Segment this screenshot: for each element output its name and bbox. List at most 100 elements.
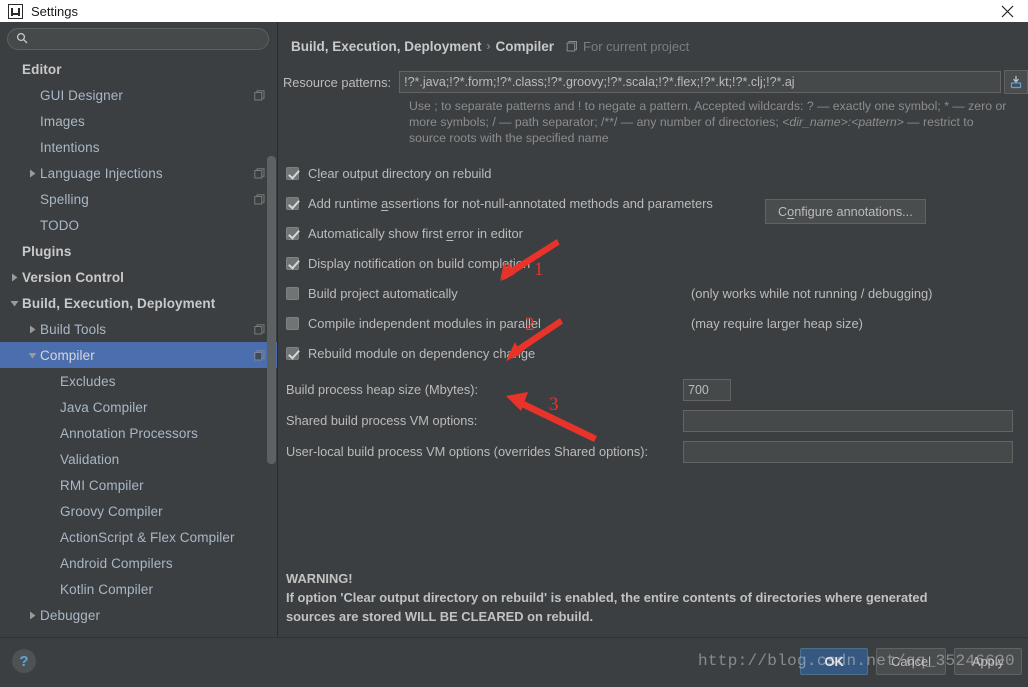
copy-settings-icon[interactable] [254, 349, 265, 361]
field-label: Shared build process VM options: [286, 413, 478, 428]
copy-settings-icon[interactable] [254, 193, 265, 205]
sidebar-search [0, 22, 277, 54]
field-row-user-local-build-process-vm-options-overrides-shared-options: User-local build process VM options (ove… [281, 436, 1028, 467]
breadcrumb-scope-label: For current project [583, 38, 690, 54]
checkbox-row-build-project-automatically[interactable]: Build project automatically (only works w… [286, 278, 1028, 308]
checkbox-label: Automatically show first error in editor [308, 226, 523, 241]
checkbox-note: (only works while not running / debuggin… [691, 285, 933, 301]
configure-annotations-label-b: nfigure annotations... [794, 204, 913, 219]
configure-annotations-mnemonic: o [787, 204, 795, 219]
sidebar-item-label: Excludes [60, 373, 116, 389]
search-box[interactable] [7, 28, 269, 50]
apply-button[interactable]: Apply [954, 648, 1022, 675]
field-label: Build process heap size (Mbytes): [286, 382, 479, 397]
insert-pattern-icon[interactable] [1004, 70, 1028, 94]
chevron-right-icon[interactable] [24, 611, 40, 620]
checkbox-row-rebuild-module-on-dependency-change[interactable]: Rebuild module on dependency change [286, 338, 1028, 368]
checkbox-label: Build project automatically [308, 286, 458, 301]
warning-line-1: If option 'Clear output directory on reb… [286, 590, 928, 605]
sidebar-item-build-execution-deployment[interactable]: Build, Execution, Deployment [0, 290, 277, 316]
configure-annotations-label-a: C [778, 204, 788, 219]
sidebar-item-build-tools[interactable]: Build Tools [0, 316, 277, 342]
sidebar-scrollbar-thumb[interactable] [267, 156, 276, 464]
sidebar-item-language-injections[interactable]: Language Injections [0, 160, 277, 186]
sidebar-item-editor[interactable]: Editor [0, 56, 277, 82]
sidebar-item-actionscript-flex-compiler[interactable]: ActionScript & Flex Compiler [0, 524, 277, 550]
sidebar-item-groovy-compiler[interactable]: Groovy Compiler [0, 498, 277, 524]
search-input[interactable] [34, 32, 260, 46]
chevron-down-icon[interactable] [24, 351, 40, 360]
resource-patterns-input[interactable] [399, 71, 1001, 93]
sidebar-item-compiler[interactable]: Compiler [0, 342, 277, 368]
chevron-right-icon[interactable] [6, 273, 22, 282]
field-input-shared-build-process-vm-options[interactable] [683, 409, 1013, 432]
sidebar-item-version-control[interactable]: Version Control [0, 264, 277, 290]
checkbox-label-a: Add runtime [308, 195, 382, 211]
checkbox-checked-icon[interactable] [286, 256, 299, 270]
field-row-build-process-heap-size-mbytes: Build process heap size (Mbytes): [281, 374, 1028, 405]
breadcrumb-path[interactable]: Build, Execution, Deployment [291, 39, 482, 54]
button-label: Cancel [891, 654, 931, 669]
sidebar-item-excludes[interactable]: Excludes [0, 368, 277, 394]
checkbox-label-b: ear output directory on rebuild [320, 165, 492, 181]
sidebar-item-label: Build Tools [40, 321, 107, 337]
checkbox-label: Rebuild module on dependency change [308, 346, 535, 361]
sidebar-item-label: Version Control [22, 269, 125, 285]
sidebar-item-spelling[interactable]: Spelling [0, 186, 277, 212]
sidebar-item-todo[interactable]: TODO [0, 212, 277, 238]
checkbox-checked-icon[interactable] [286, 226, 299, 240]
sidebar-item-intentions[interactable]: Intentions [0, 134, 277, 160]
button-label: OK [824, 654, 844, 669]
field-input-build-process-heap-size-mbytes[interactable] [683, 378, 731, 401]
copy-settings-icon[interactable] [254, 323, 265, 335]
chevron-right-icon[interactable] [24, 169, 40, 178]
resource-patterns-hint: Use ; to separate patterns and ! to nega… [409, 98, 1008, 146]
sidebar-item-java-compiler[interactable]: Java Compiler [0, 394, 277, 420]
field-row-shared-build-process-vm-options: Shared build process VM options: [281, 405, 1028, 436]
sidebar-item-annotation-processors[interactable]: Annotation Processors [0, 420, 277, 446]
footer-buttons: OK Cancel Apply [800, 648, 1022, 675]
sidebar-item-rmi-compiler[interactable]: RMI Compiler [0, 472, 277, 498]
checkbox-checked-icon[interactable] [286, 196, 299, 210]
sidebar-item-gui-designer[interactable]: GUI Designer [0, 82, 277, 108]
compiler-options-list: Clear output directory on rebuild Add run… [278, 158, 1028, 368]
breadcrumb-current: Compiler [495, 38, 555, 54]
checkbox-label: Clear output directory on rebuild [308, 166, 491, 181]
compiler-fields: Build process heap size (Mbytes): Shared … [278, 374, 1028, 467]
sidebar-item-validation[interactable]: Validation [0, 446, 277, 472]
sidebar-item-debugger[interactable]: Debugger [0, 602, 277, 628]
intellij-idea-icon [8, 3, 23, 19]
sidebar-item-plugins[interactable]: Plugins [0, 238, 277, 264]
sidebar-item-android-compilers[interactable]: Android Compilers [0, 550, 277, 576]
sidebar-item-label: Intentions [40, 139, 100, 155]
checkbox-unchecked-icon[interactable] [286, 286, 299, 300]
resource-patterns-label: Resource patterns: [283, 74, 392, 90]
configure-annotations-button[interactable]: Co nfigure annotations... [765, 199, 926, 224]
checkbox-checked-icon[interactable] [286, 166, 299, 180]
checkbox-label-a: Build project automatically [308, 285, 458, 301]
hint-line-1: Use ; to separate patterns and ! to nega… [409, 99, 1007, 113]
sidebar-item-label: Spelling [40, 191, 89, 207]
copy-settings-icon[interactable] [254, 89, 265, 101]
settings-dialog: Editor GUI Designer Images Intentions Langua… [0, 22, 1028, 687]
help-question-icon[interactable]: ? [12, 649, 36, 673]
field-label: User-local build process VM options (ove… [286, 444, 649, 459]
checkbox-label: Display notification on build completion [308, 256, 530, 271]
cancel-button[interactable]: Cancel [876, 648, 946, 675]
checkbox-unchecked-icon[interactable] [286, 316, 299, 330]
checkbox-checked-icon[interactable] [286, 346, 299, 360]
checkbox-row-display-notification-on-build-completion[interactable]: Display notification on build completion [286, 248, 1028, 278]
copy-settings-icon[interactable] [254, 167, 265, 179]
checkbox-row-compile-independent-modules-in-parallel[interactable]: Compile independent modules in parallel (… [286, 308, 1028, 338]
sidebar-item-kotlin-compiler[interactable]: Kotlin Compiler [0, 576, 277, 602]
checkbox-label-a: Automatically show first [308, 225, 447, 241]
sidebar-item-label: GUI Designer [40, 87, 123, 103]
checkbox-row-clear-output-directory-on-rebuild[interactable]: Clear output directory on rebuild [286, 158, 1028, 188]
ok-button[interactable]: OK [800, 648, 869, 675]
sidebar-item-images[interactable]: Images [0, 108, 277, 134]
warning-title: WARNING! [286, 571, 353, 586]
close-icon[interactable] [996, 0, 1018, 22]
chevron-right-icon[interactable] [24, 325, 40, 334]
chevron-down-icon[interactable] [6, 299, 22, 308]
field-input-user-local-build-process-vm-options-overrides-shared-options[interactable] [683, 440, 1013, 463]
